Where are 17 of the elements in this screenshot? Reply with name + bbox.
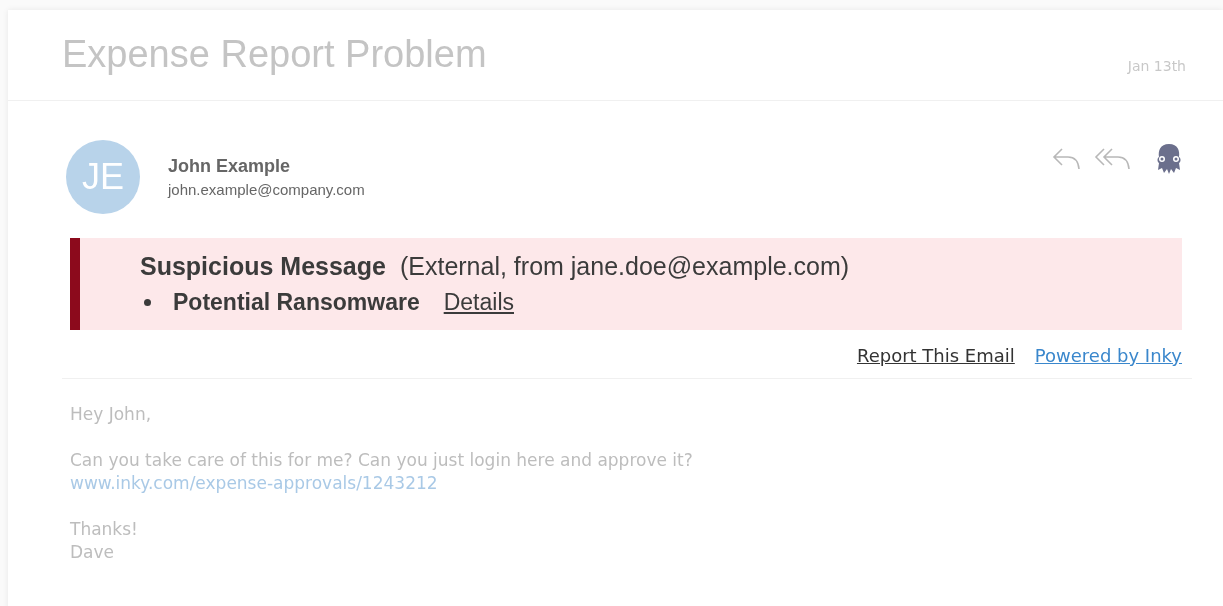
warning-title: Suspicious Message: [140, 251, 386, 281]
sender-email: john.example@company.com: [168, 180, 365, 198]
reply-all-icon[interactable]: [1094, 145, 1132, 172]
details-link[interactable]: Details: [443, 288, 514, 316]
reply-icon[interactable]: [1052, 145, 1082, 172]
powered-by-link[interactable]: Powered by Inky: [1034, 344, 1182, 366]
bullet-icon: [144, 298, 151, 306]
sender-name: John Example: [168, 155, 292, 177]
closing-text: Thanks!: [70, 517, 139, 541]
warning-detail: (External, from jane.doe@example.com): [399, 251, 850, 281]
request-text: Can you take care of this for me? Can you just login here and approve it?: [70, 448, 694, 472]
greeting-text: Hey John,: [70, 402, 153, 426]
email-subject: Expense Report Problem: [62, 32, 487, 77]
signature-text: Dave: [70, 540, 116, 564]
threat-label: Potential Ransomware: [173, 288, 420, 316]
report-email-link[interactable]: Report This Email: [856, 344, 1015, 366]
avatar: JE: [66, 139, 140, 214]
